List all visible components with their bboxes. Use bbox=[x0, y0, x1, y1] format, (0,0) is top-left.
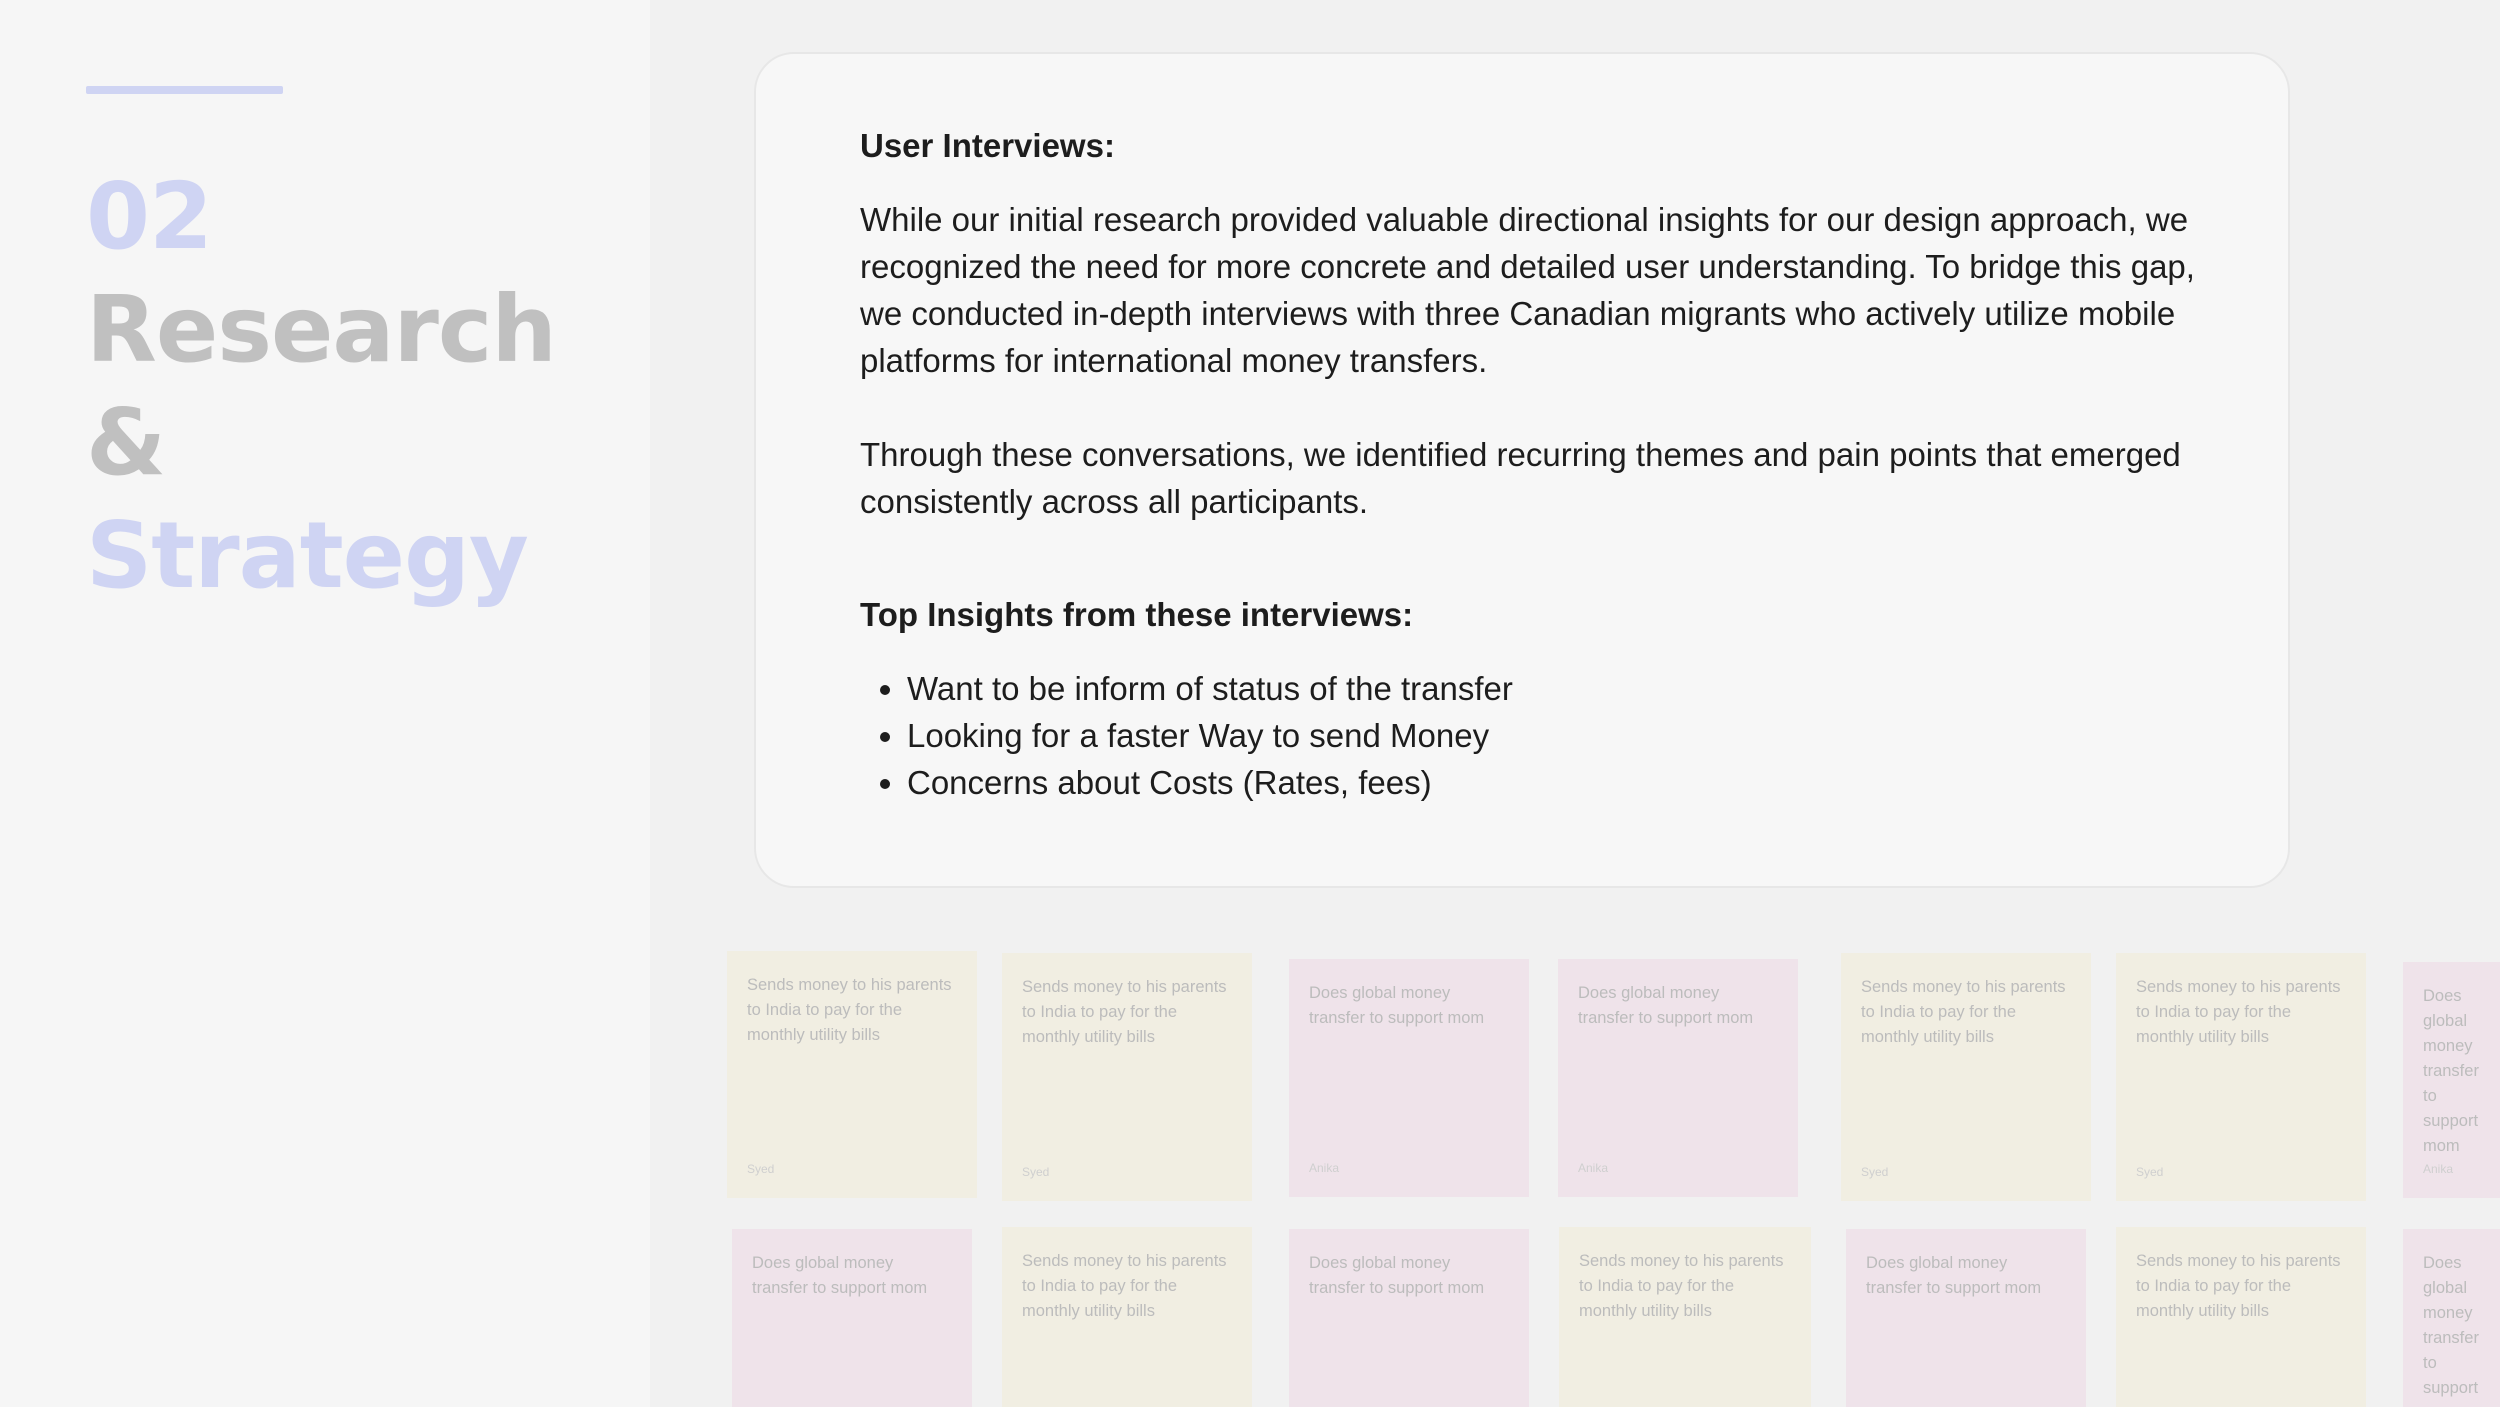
sticky-note[interactable]: Does global money transfer to support mo… bbox=[1846, 1229, 2086, 1407]
sticky-note[interactable]: Does global money transfer to support mo… bbox=[2403, 1229, 2500, 1407]
sticky-note-text: Does global money transfer to support mo… bbox=[1309, 1254, 1485, 1297]
sticky-note[interactable]: Does global money transfer to support mo… bbox=[732, 1229, 972, 1407]
sticky-note[interactable]: Sends money to his parents to India to p… bbox=[727, 951, 977, 1198]
sticky-note[interactable]: Does global money transfer to support mo… bbox=[1289, 1229, 1529, 1407]
sticky-note-text: Does global money transfer to support mo… bbox=[2423, 987, 2479, 1155]
insight-item: Concerns about Costs (Rates, fees) bbox=[907, 759, 2200, 806]
section-title: 02 Research & Strategy bbox=[86, 160, 557, 612]
sticky-note[interactable]: Sends money to his parents to India to p… bbox=[1002, 953, 1252, 1201]
section-title-line-3: Strategy bbox=[86, 502, 529, 609]
sticky-note-author: Syed bbox=[747, 1162, 775, 1176]
sticky-note[interactable]: Does global money transfer to support mo… bbox=[1558, 959, 1798, 1197]
sticky-note[interactable]: Does global money transfer to support mo… bbox=[1289, 959, 1529, 1197]
sticky-note-author: Syed bbox=[1022, 1165, 1050, 1179]
sticky-note[interactable]: Sends money to his parents to India to p… bbox=[2116, 953, 2366, 1201]
user-interviews-card: User Interviews: While our initial resea… bbox=[754, 52, 2290, 888]
sticky-note-author: Anika bbox=[1309, 1161, 1340, 1175]
section-title-line-2: & bbox=[86, 389, 166, 496]
card-heading: User Interviews: bbox=[860, 127, 1115, 164]
sticky-note-text: Does global money transfer to support mo… bbox=[1866, 1254, 2042, 1297]
sticky-note-text: Does global money transfer to support mo… bbox=[1578, 984, 1754, 1027]
card-paragraph-2: Through these conversations, we identifi… bbox=[860, 436, 2181, 520]
sticky-note[interactable]: Sends money to his parents to India to p… bbox=[1841, 953, 2091, 1201]
insights-list: Want to be inform of status of the trans… bbox=[860, 665, 2200, 806]
insight-item: Want to be inform of status of the trans… bbox=[907, 665, 2200, 712]
sticky-note[interactable]: Sends money to his parents to India to p… bbox=[1002, 1227, 1252, 1407]
sticky-note-text: Sends money to his parents to India to p… bbox=[1022, 978, 1227, 1046]
sticky-note-text: Sends money to his parents to India to p… bbox=[2136, 1252, 2341, 1320]
sticky-note-text: Sends money to his parents to India to p… bbox=[1579, 1252, 1784, 1320]
sticky-note-text: Sends money to his parents to India to p… bbox=[1022, 1252, 1227, 1320]
sticky-note[interactable]: Sends money to his parents to India to p… bbox=[2116, 1227, 2366, 1407]
sticky-note-author: Anika bbox=[1578, 1161, 1609, 1175]
accent-divider bbox=[86, 86, 283, 94]
sidebar-panel: 02 Research & Strategy bbox=[0, 0, 650, 1407]
sticky-note-author: Anika bbox=[2423, 1162, 2454, 1176]
sticky-note-text: Sends money to his parents to India to p… bbox=[2136, 978, 2341, 1046]
sticky-note[interactable]: Does global money transfer to support mo… bbox=[2403, 962, 2500, 1198]
sticky-note-text: Does global money transfer to support mo… bbox=[1309, 984, 1485, 1027]
sticky-note-text: Sends money to his parents to India to p… bbox=[747, 976, 952, 1044]
card-content: User Interviews: While our initial resea… bbox=[860, 122, 2200, 806]
sticky-note-author: Syed bbox=[1861, 1165, 1889, 1179]
sticky-note-author: Syed bbox=[2136, 1165, 2164, 1179]
section-number: 02 bbox=[86, 163, 213, 270]
insights-heading: Top Insights from these interviews: bbox=[860, 596, 1414, 633]
sticky-note-text: Does global money transfer to support mo… bbox=[752, 1254, 928, 1297]
section-title-line-1: Research bbox=[86, 276, 557, 383]
sticky-note-text: Does global money transfer to support mo… bbox=[2423, 1254, 2479, 1407]
card-paragraph-1: While our initial research provided valu… bbox=[860, 201, 2195, 379]
sticky-note-text: Sends money to his parents to India to p… bbox=[1861, 978, 2066, 1046]
sticky-note[interactable]: Sends money to his parents to India to p… bbox=[1559, 1227, 1811, 1407]
insight-item: Looking for a faster Way to send Money bbox=[907, 712, 2200, 759]
